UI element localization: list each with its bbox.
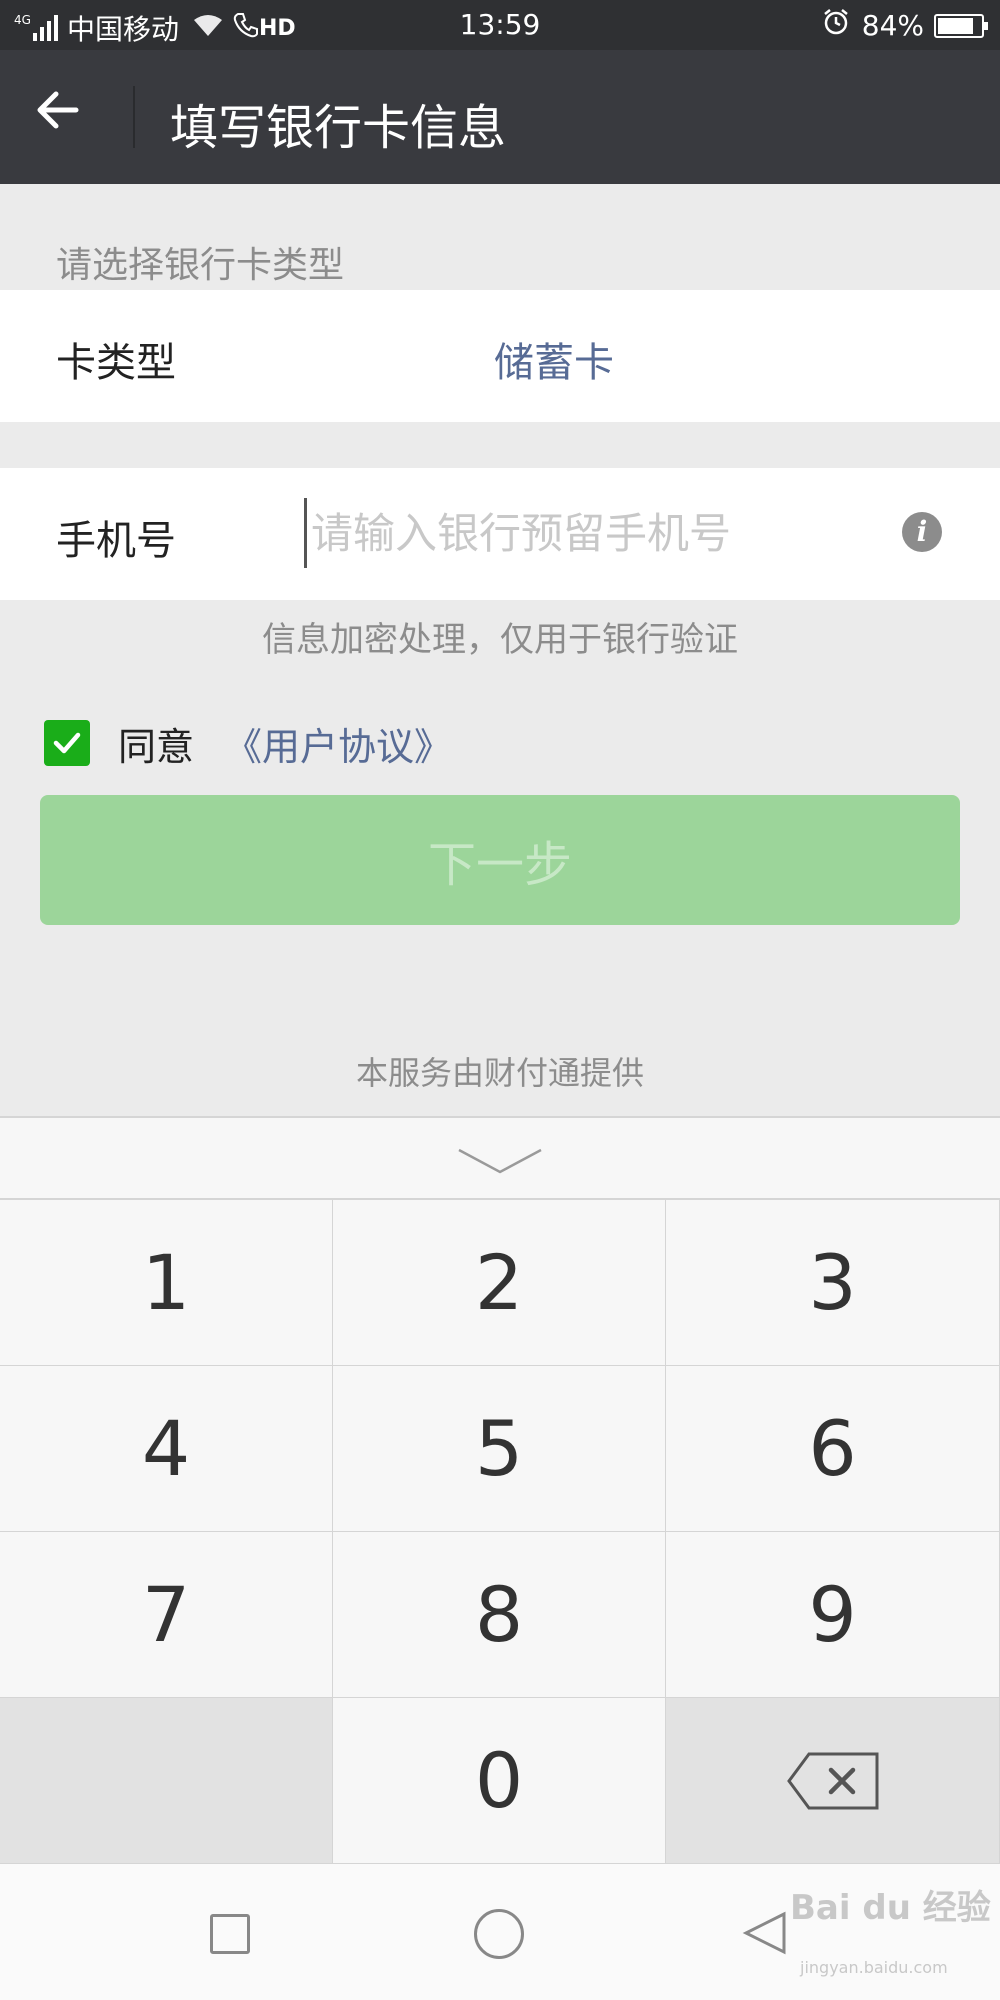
agreement-checkbox[interactable] [44, 720, 90, 766]
card-type-label: 卡类型 [56, 340, 176, 386]
key-9[interactable]: 9 [666, 1532, 1000, 1698]
key-3[interactable]: 3 [666, 1200, 1000, 1366]
status-right: 84% [822, 8, 988, 43]
baidu-watermark-logo: Bai du 经验 [790, 1888, 991, 1928]
header-divider [133, 86, 135, 148]
page-title: 填写银行卡信息 [170, 100, 507, 156]
key-2[interactable]: 2 [333, 1200, 666, 1366]
recent-apps-button[interactable] [210, 1914, 250, 1954]
key-6[interactable]: 6 [666, 1366, 1000, 1532]
back-button[interactable] [28, 80, 108, 154]
phone-row: 手机号 [0, 468, 1000, 600]
card-type-row[interactable]: 卡类型 储蓄卡 [0, 290, 1000, 422]
provider-note: 本服务由财付通提供 [355, 1054, 644, 1092]
key-0[interactable]: 0 [333, 1698, 666, 1864]
checkmark-icon [53, 732, 81, 754]
key-8[interactable]: 8 [333, 1532, 666, 1698]
battery-icon [934, 13, 988, 38]
numeric-keyboard: 1 2 3 4 5 6 7 8 9 0 [0, 1116, 1000, 1864]
next-step-button[interactable]: 下一步 [40, 795, 960, 925]
keyboard-collapse-button[interactable] [0, 1116, 1000, 1200]
card-type-value[interactable]: 储蓄卡 [494, 330, 614, 388]
agreement-row: 同意 《用户协议》 [44, 716, 452, 771]
triangle-back-icon [742, 1911, 786, 1955]
arrow-left-icon [37, 91, 79, 129]
battery-percent: 84% [861, 9, 924, 42]
key-1[interactable]: 1 [0, 1200, 333, 1366]
info-icon[interactable]: i [902, 512, 942, 552]
encryption-note: 信息加密处理，仅用于银行验证 [262, 620, 738, 660]
alarm-icon [822, 8, 850, 43]
agreement-label: 同意 [118, 724, 195, 769]
key-4[interactable]: 4 [0, 1366, 333, 1532]
backspace-icon [786, 1752, 878, 1809]
phone-input[interactable] [304, 498, 864, 568]
key-7[interactable]: 7 [0, 1532, 333, 1698]
user-agreement-link[interactable]: 《用户协议》 [224, 716, 452, 771]
card-type-section-label: 请选择银行卡类型 [56, 245, 345, 286]
key-backspace[interactable] [666, 1698, 1000, 1864]
home-button[interactable] [474, 1909, 524, 1959]
key-5[interactable]: 5 [333, 1366, 666, 1532]
baidu-watermark-url: jingyan.baidu.com [800, 1958, 948, 1977]
keypad-grid: 1 2 3 4 5 6 7 8 9 0 [0, 1200, 1000, 1864]
phone-label: 手机号 [56, 518, 176, 564]
status-bar: 4G 中国移动 HD 13:59 84% [0, 0, 1000, 50]
chevron-down-icon [458, 1148, 542, 1174]
title-bar: 填写银行卡信息 [0, 50, 1000, 184]
key-blank [0, 1698, 333, 1864]
system-back-button[interactable] [740, 1908, 790, 1962]
